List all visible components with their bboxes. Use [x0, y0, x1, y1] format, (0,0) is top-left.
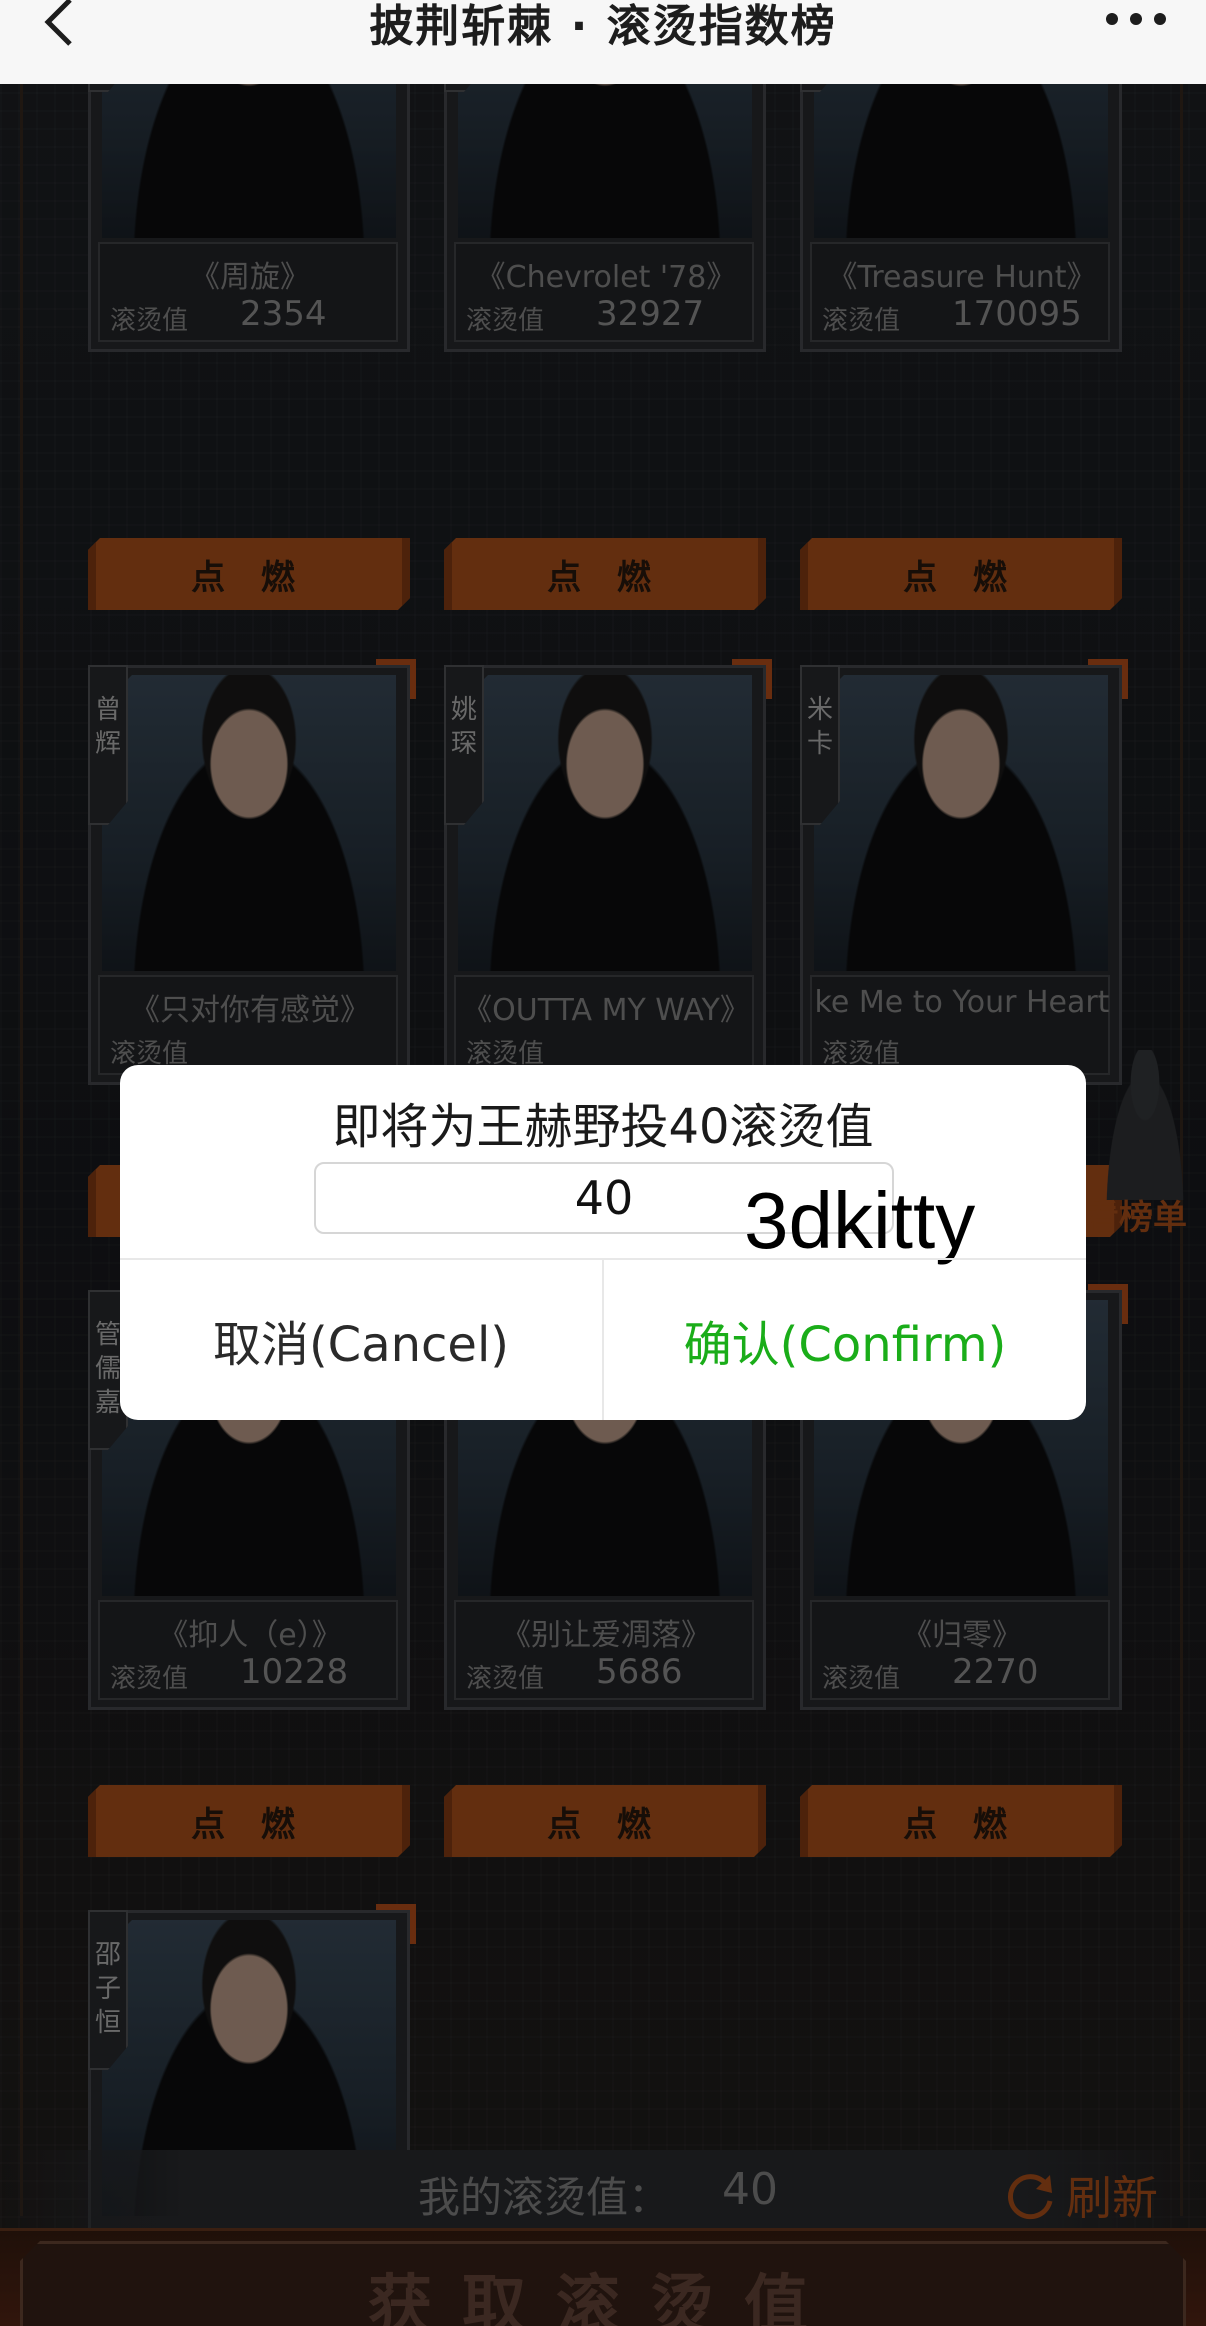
page-title: 披荆斩棘 · 滚烫指数榜 — [369, 1, 837, 52]
nav-bar: 披荆斩棘 · 滚烫指数榜 — [0, 0, 1206, 84]
back-arrow-icon[interactable] — [30, 0, 90, 60]
cancel-button[interactable]: 取消(Cancel) — [120, 1260, 602, 1420]
vote-amount-input[interactable] — [314, 1162, 894, 1234]
dialog-title: 即将为王赫野投40滚烫值 — [332, 1099, 874, 1155]
more-options-icon[interactable] — [1106, 4, 1176, 34]
confirm-button[interactable]: 确认(Confirm) — [604, 1260, 1086, 1420]
vote-confirm-dialog: 即将为王赫野投40滚烫值 3dkitty 取消(Cancel) 确认(Confi… — [120, 1065, 1086, 1420]
